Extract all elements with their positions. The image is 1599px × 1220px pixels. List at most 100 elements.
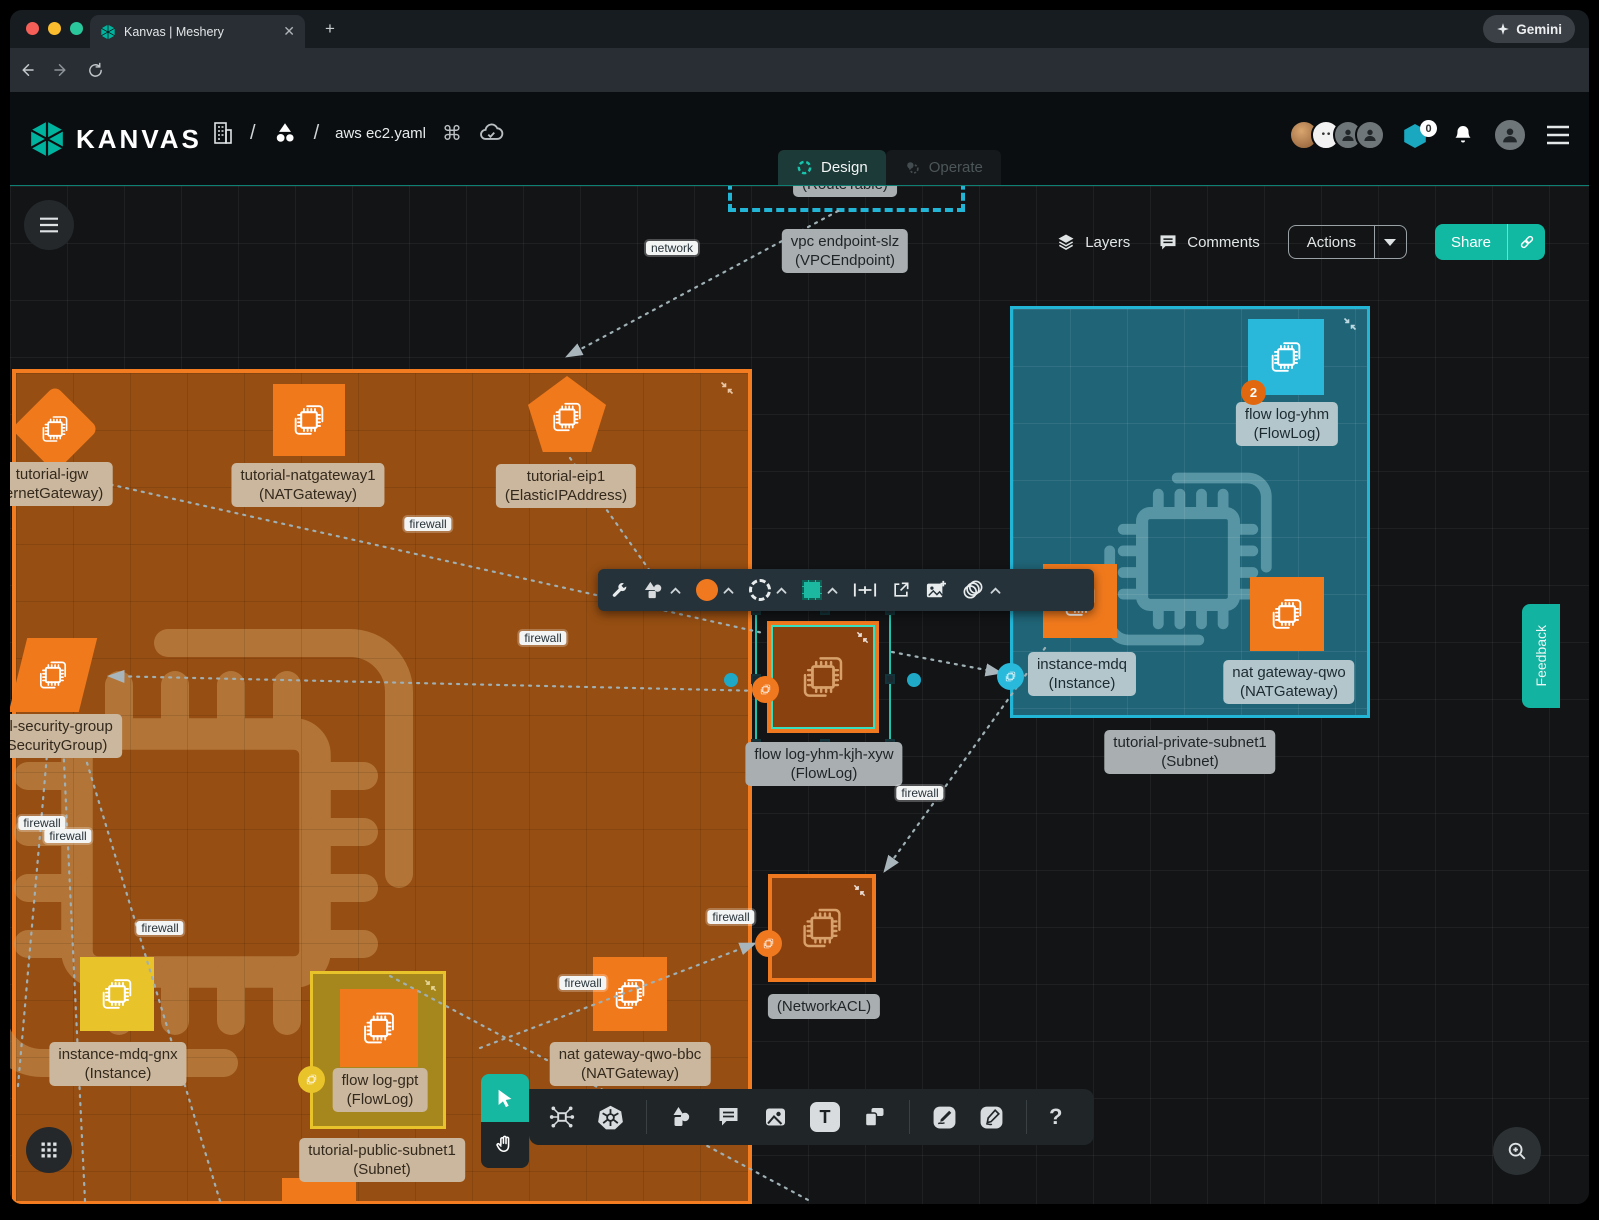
close-window-button[interactable] <box>26 22 39 35</box>
reload-button[interactable] <box>78 62 112 79</box>
layer-order-tool-group[interactable] <box>961 580 1002 600</box>
flowlog-yhm-count-badge[interactable]: 2 <box>1241 380 1266 405</box>
grid-dots-icon <box>39 1140 59 1160</box>
edge-connect-dot[interactable] <box>724 673 738 687</box>
back-button[interactable] <box>10 61 44 79</box>
dock-apps-button[interactable] <box>26 1127 72 1173</box>
organization-icon[interactable] <box>210 120 234 146</box>
open-external-icon[interactable] <box>891 580 911 600</box>
forward-button[interactable] <box>44 61 78 79</box>
collapse-icon[interactable] <box>1343 317 1357 331</box>
collapse-icon[interactable] <box>853 884 866 897</box>
flowlog-kjh-badge[interactable] <box>752 676 779 703</box>
browser-tab[interactable]: Kanvas | Meshery ✕ <box>90 15 305 48</box>
natgateway-qwo-label[interactable]: nat gateway-qwo(NATGateway) <box>1223 660 1354 704</box>
comments-icon <box>1158 232 1178 252</box>
comment-tool[interactable] <box>716 1105 741 1129</box>
help-tool[interactable]: ? <box>1049 1104 1062 1130</box>
node-network-acl[interactable] <box>768 874 876 982</box>
add-image-icon[interactable] <box>925 580 947 600</box>
shapes-icon <box>643 580 665 600</box>
gemini-button[interactable]: Gemini <box>1483 15 1575 43</box>
notifications-bell-icon[interactable] <box>1451 123 1475 147</box>
border-style-tool-group[interactable] <box>749 579 788 601</box>
actions-dropdown-button[interactable] <box>1374 226 1406 258</box>
vpc-endpoint-label[interactable]: vpc endpoint-slz(VPCEndpoint) <box>782 229 908 273</box>
security-group-label[interactable]: al-security-groupSecurityGroup) <box>10 714 122 758</box>
actions-button[interactable]: Actions <box>1289 226 1374 258</box>
kanvas-logo[interactable]: KANVAS <box>28 120 202 158</box>
edge-label-firewall: firewall <box>18 816 65 830</box>
user-avatar[interactable] <box>1493 118 1527 152</box>
fill-color-tool-group[interactable] <box>696 579 735 601</box>
eip1-label[interactable]: tutorial-eip1(ElasticIPAddress) <box>496 464 636 508</box>
toolbar-divider <box>909 1100 910 1134</box>
routetable-label[interactable]: (RouteTable) <box>793 185 897 197</box>
resize-width-icon[interactable] <box>853 581 877 599</box>
pan-tool[interactable] <box>481 1122 529 1168</box>
share-button[interactable]: Share <box>1435 224 1507 260</box>
selection-frame[interactable] <box>755 609 891 745</box>
annotate-pen-tool[interactable] <box>932 1105 957 1130</box>
shapes-tool[interactable] <box>669 1105 694 1129</box>
new-tab-button[interactable]: + <box>318 19 342 39</box>
flowlog-gpt-badge[interactable] <box>298 1066 325 1093</box>
collapse-icon[interactable] <box>424 979 437 992</box>
comments-button[interactable]: Comments <box>1158 232 1260 252</box>
design-canvas[interactable]: (RouteTable) vpc endpoint-slz(VPCEndpoin… <box>10 185 1589 1204</box>
image-tool[interactable] <box>763 1105 788 1129</box>
components-tool[interactable] <box>549 1104 575 1130</box>
share-link-button[interactable] <box>1507 224 1545 260</box>
resize-handle[interactable] <box>885 674 895 684</box>
collaborator-avatars[interactable] <box>1297 120 1385 150</box>
flowlog-kjh-label[interactable]: flow log-yhm-kjh-xyw(FlowLog) <box>745 742 902 786</box>
node-natgateway-bbc[interactable] <box>593 957 667 1031</box>
canvas-menu-button[interactable] <box>24 200 74 250</box>
private-subnet-label[interactable]: tutorial-private-subnet1(Subnet) <box>1104 730 1275 774</box>
node-context-toolbar <box>598 569 1094 611</box>
layers-button[interactable]: Layers <box>1056 232 1130 252</box>
instance-gnx-label[interactable]: instance-mdq-gnx(Instance) <box>49 1042 186 1086</box>
shade-tool-group[interactable] <box>802 580 839 600</box>
network-acl-label[interactable]: (NetworkACL) <box>768 994 880 1019</box>
text-tool[interactable]: T <box>810 1102 840 1132</box>
node-instance-gnx[interactable] <box>80 957 154 1031</box>
natgateway1-label[interactable]: tutorial-natgateway1(NATGateway) <box>231 463 384 507</box>
igw-label[interactable]: tutorial-igwternetGateway) <box>10 462 112 506</box>
zoom-window-button[interactable] <box>70 22 83 35</box>
design-filename[interactable]: aws ec2.yaml <box>335 125 426 142</box>
edge-connect-dot[interactable] <box>907 673 921 687</box>
window-controls[interactable] <box>26 22 83 35</box>
public-subnet-label[interactable]: tutorial-public-subnet1(Subnet) <box>299 1138 465 1182</box>
cloud-sync-icon[interactable] <box>478 120 504 146</box>
tab-operate[interactable]: Operate <box>886 150 1001 185</box>
instance-mdq-label[interactable]: instance-mdq(Instance) <box>1028 652 1136 696</box>
freehand-draw-tool[interactable] <box>979 1105 1004 1130</box>
feedback-tab[interactable]: Feedback <box>1522 604 1560 708</box>
network-acl-badge[interactable] <box>755 930 782 957</box>
natgateway-bbc-label[interactable]: nat gateway-qwo-bbc(NATGateway) <box>550 1042 711 1086</box>
flowlog-yhm-label[interactable]: flow log-yhm(FlowLog) <box>1236 402 1338 446</box>
select-tool[interactable] <box>481 1074 529 1122</box>
private-subnet-badge[interactable] <box>997 663 1024 690</box>
node-natgateway1[interactable] <box>273 384 345 456</box>
tab-design[interactable]: Design <box>778 150 886 185</box>
chip-icon <box>35 409 75 449</box>
panels-tool[interactable] <box>862 1105 887 1129</box>
collaborator-avatar[interactable] <box>1355 120 1385 150</box>
tab-close-icon[interactable]: ✕ <box>283 23 295 40</box>
chip-icon <box>1003 669 1018 684</box>
zoom-button[interactable] <box>1493 1127 1541 1175</box>
app-menu-icon[interactable] <box>1545 124 1571 146</box>
collab-session-badge[interactable]: 0 <box>1403 122 1433 148</box>
shapes-tool-group[interactable] <box>643 580 682 600</box>
minimize-window-button[interactable] <box>48 22 61 35</box>
kubernetes-tool[interactable] <box>597 1104 624 1131</box>
node-natgateway-qwo[interactable] <box>1250 577 1324 651</box>
flowlog-gpt-label[interactable]: flow log-gpt(FlowLog) <box>333 1068 428 1112</box>
workspace-shapes-icon[interactable] <box>272 120 298 146</box>
node-flowlog-gpt[interactable] <box>340 989 418 1067</box>
config-wrench-icon[interactable] <box>610 581 629 600</box>
command-palette-icon[interactable]: ⌘ <box>442 121 462 146</box>
collapse-icon[interactable] <box>720 381 734 395</box>
